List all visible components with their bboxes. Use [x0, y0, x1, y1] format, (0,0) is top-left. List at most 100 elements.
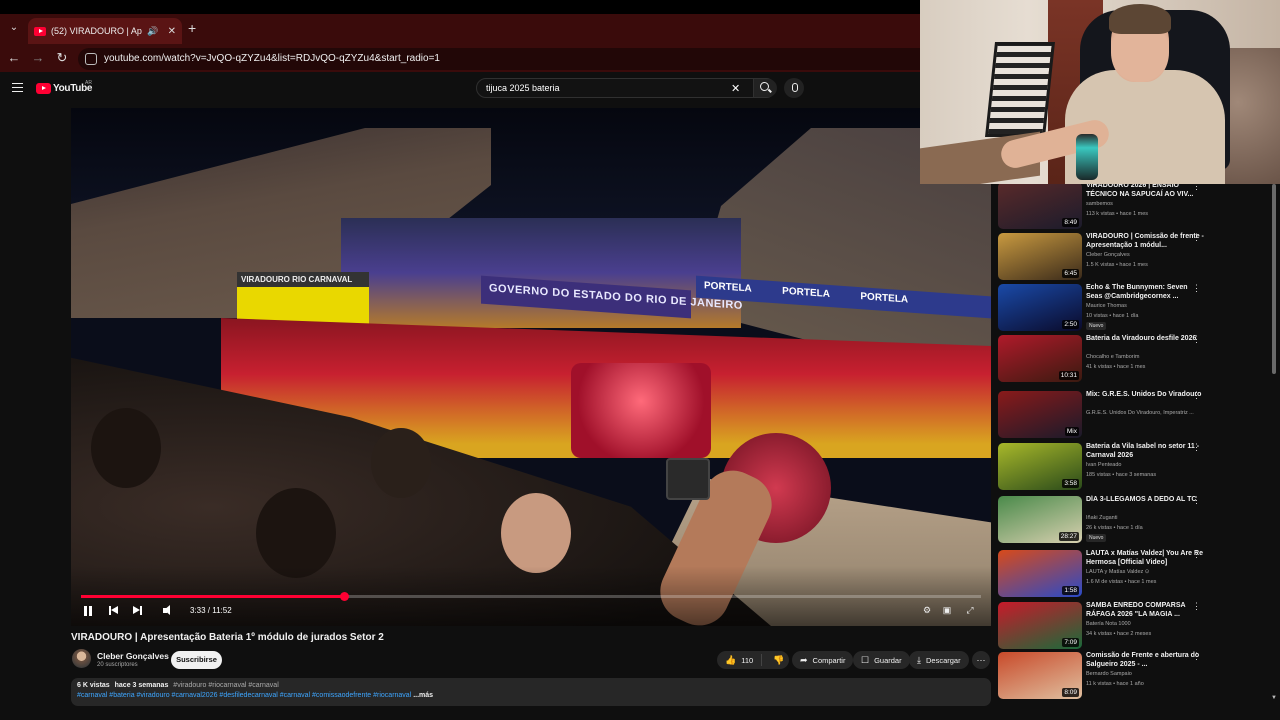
video-card-title[interactable]: Bateria da Viradouro desfile 2026	[1086, 334, 1204, 343]
video-thumbnail[interactable]: 8:49	[998, 182, 1082, 229]
channel-avatar[interactable]	[72, 649, 91, 668]
miniplayer-icon[interactable]: ▣	[941, 605, 953, 616]
description-box[interactable]: 6 K vistas hace 3 semanas #viradouro #ri…	[71, 678, 991, 706]
related-video-card[interactable]: 8:49 VIRADOURO 2026 | ENSAIO TÉCNICO NA S…	[998, 180, 1270, 231]
kebab-menu-icon[interactable]: ⋮	[1192, 442, 1201, 453]
related-video-card[interactable]: Mix Mix: G.R.E.S. Unidos Do Viradouro G.R.…	[998, 389, 1270, 440]
kebab-menu-icon[interactable]: ⋮	[1192, 232, 1201, 243]
next-icon[interactable]	[133, 605, 143, 617]
like-button[interactable]: 👍 110	[717, 654, 763, 666]
video-card-channel[interactable]: Bernardo Sampaio	[1086, 671, 1204, 677]
tab-search-chevron-icon[interactable]: ⌄	[6, 20, 22, 36]
video-card-channel[interactable]: Cleber Gonçalves	[1086, 252, 1204, 258]
omnibox[interactable]: youtube.com/watch?v=JvQO-qZYZu4&list=RDJ…	[78, 48, 920, 70]
save-button[interactable]: ☐ Guardar	[853, 651, 910, 669]
video-thumbnail[interactable]: 1:58	[998, 550, 1082, 597]
channel-name[interactable]: Cleber Gonçalves	[97, 651, 169, 661]
forward-arrow-icon[interactable]: →	[30, 50, 46, 65]
scrollbar-thumb[interactable]	[1272, 184, 1276, 374]
video-card-channel[interactable]: G.R.E.S. Unidos Do Viradouro, Imperatriz…	[1086, 410, 1204, 416]
scroll-down-arrow-icon[interactable]: ▼	[1271, 695, 1277, 701]
search-input[interactable]: tijuca 2025 bateria	[486, 83, 560, 93]
video-thumbnail[interactable]: 2:50	[998, 284, 1082, 331]
video-thumbnail[interactable]: 10:31	[998, 335, 1082, 382]
clear-search-icon[interactable]: ✕	[731, 82, 740, 95]
save-label: Guardar	[874, 655, 902, 665]
time-display: 3:33 / 11:52	[190, 606, 232, 615]
related-video-card[interactable]: 28:27 DÍA 3-LLEGAMOS A DEDO AL TC Iñaki Zu…	[998, 494, 1270, 545]
description-hashtags[interactable]: #carnaval #bateria #viradouro #carnaval2…	[77, 692, 411, 699]
kebab-menu-icon[interactable]: ⋮	[1192, 549, 1201, 560]
video-card-channel[interactable]: sambemos	[1086, 201, 1204, 207]
kebab-menu-icon[interactable]: ⋮	[1192, 334, 1201, 345]
video-card-title[interactable]: SAMBA ENREDO COMPARSA RÁFAGA 2026 "LA MA…	[1086, 601, 1204, 619]
browser-tab-youtube[interactable]: (52) VIRADOURO | Apresent... 🔊 ✕	[28, 18, 182, 44]
new-tab-plus-icon[interactable]: +	[188, 20, 196, 36]
kebab-menu-icon[interactable]: ⋮	[1192, 651, 1201, 662]
progress-bar[interactable]	[81, 592, 981, 601]
youtube-logo[interactable]: YouTube	[36, 83, 93, 94]
video-card-channel[interactable]: Iñaki Zuganti	[1086, 515, 1204, 521]
scrubber-handle[interactable]	[339, 592, 349, 601]
video-thumbnail[interactable]: 3:58	[998, 443, 1082, 490]
previous-icon[interactable]	[109, 605, 119, 617]
back-arrow-icon[interactable]: ←	[6, 50, 22, 65]
video-thumbnail[interactable]: 8:09	[998, 652, 1082, 699]
kebab-menu-icon[interactable]: ⋮	[1192, 390, 1201, 401]
video-card-channel[interactable]: Chocalho e Tamborim	[1086, 354, 1204, 360]
hamburger-menu-icon[interactable]	[12, 83, 23, 92]
related-video-card[interactable]: 2:50 Echo & The Bunnymen: Seven Seas @Cam…	[998, 282, 1270, 333]
volume-icon[interactable]	[163, 605, 175, 617]
video-card-channel[interactable]: Maurice Thomas	[1086, 303, 1204, 309]
kebab-menu-icon[interactable]: ⋮	[1192, 283, 1201, 294]
tab-close-icon[interactable]: ✕	[168, 26, 176, 37]
header-hashtags[interactable]: #viradouro #riocarnaval #carnaval	[173, 682, 278, 689]
video-player[interactable]: GOVERNO DO ESTADO DO RIO DE JANEIRO PORT…	[71, 108, 991, 626]
video-card-title[interactable]: DÍA 3-LLEGAMOS A DEDO AL TC	[1086, 495, 1204, 504]
video-thumbnail[interactable]: 6:45	[998, 233, 1082, 280]
duration-badge: Mix	[1064, 427, 1079, 436]
related-video-card[interactable]: 10:31 Bateria da Viradouro desfile 2026 Ch…	[998, 333, 1270, 384]
related-video-card[interactable]: 8:09 Comissão de Frente e abertura do Sal…	[998, 650, 1270, 701]
video-thumbnail[interactable]: 28:27	[998, 496, 1082, 543]
settings-gear-icon[interactable]: ⚙	[921, 605, 933, 616]
kebab-menu-icon[interactable]: ⋮	[1192, 495, 1201, 506]
related-video-card[interactable]: 7:09 SAMBA ENREDO COMPARSA RÁFAGA 2026 "L…	[998, 600, 1270, 651]
url-text[interactable]: youtube.com/watch?v=JvQO-qZYZu4&list=RDJ…	[104, 53, 440, 64]
video-card-channel[interactable]: Batería Nota 1000	[1086, 621, 1204, 627]
share-button[interactable]: ➦ Compartir	[792, 651, 854, 669]
video-card-title[interactable]: Bateria da Vila Isabel no setor 11 - Car…	[1086, 442, 1204, 460]
dislike-button[interactable]: 👎	[767, 654, 790, 665]
video-thumbnail[interactable]: 7:09	[998, 602, 1082, 649]
related-video-card[interactable]: 1:58 LAUTA x Matías Valdez| You Are Re He…	[998, 548, 1270, 599]
video-card-title[interactable]: LAUTA x Matías Valdez| You Are Re Hermos…	[1086, 549, 1204, 567]
download-button[interactable]: ⤓ Descargar	[909, 651, 969, 669]
related-video-card[interactable]: 6:45 VIRADOURO | Comissão de frente - Apr…	[998, 231, 1270, 282]
video-card-title[interactable]: Mix: G.R.E.S. Unidos Do Viradouro	[1086, 390, 1204, 399]
video-card-title[interactable]: VIRADOURO | Comissão de frente - Apresen…	[1086, 232, 1204, 250]
kebab-menu-icon[interactable]: ⋮	[1192, 601, 1201, 612]
subscriber-count: 20 suscriptores	[97, 662, 138, 668]
webcam-overlay	[920, 0, 1280, 184]
show-more-link[interactable]: ...más	[413, 692, 433, 699]
duration-badge: 7:09	[1062, 638, 1079, 647]
video-card-title[interactable]: Echo & The Bunnymen: Seven Seas @Cambrid…	[1086, 283, 1204, 301]
related-video-card[interactable]: 3:58 Bateria da Vila Isabel no setor 11 -…	[998, 441, 1270, 492]
video-card-title[interactable]: Comissão de Frente e abertura do Salguei…	[1086, 651, 1204, 669]
fullscreen-icon[interactable]: ⤢	[964, 605, 976, 616]
search-icon[interactable]	[753, 79, 777, 97]
site-info-icon[interactable]	[85, 53, 97, 65]
thumbs-down-icon: 👎	[773, 654, 785, 665]
search-box[interactable]: tijuca 2025 bateria ✕	[476, 78, 777, 98]
pause-icon[interactable]	[83, 605, 93, 617]
audio-playing-icon[interactable]: 🔊	[147, 26, 158, 37]
subscribe-button[interactable]: Suscribirse	[171, 651, 222, 669]
more-actions-icon[interactable]: ⋯	[972, 651, 990, 669]
video-card-channel[interactable]: Ivan Penteado	[1086, 462, 1204, 468]
thumbs-up-icon: 👍	[725, 654, 737, 665]
video-card-channel[interactable]: LAUTA y Matías Valdez ⊙	[1086, 569, 1204, 575]
video-thumbnail[interactable]: Mix	[998, 391, 1082, 438]
microphone-icon[interactable]	[784, 78, 804, 98]
progress-fill	[81, 595, 344, 598]
reload-icon[interactable]: ↻	[54, 50, 70, 66]
